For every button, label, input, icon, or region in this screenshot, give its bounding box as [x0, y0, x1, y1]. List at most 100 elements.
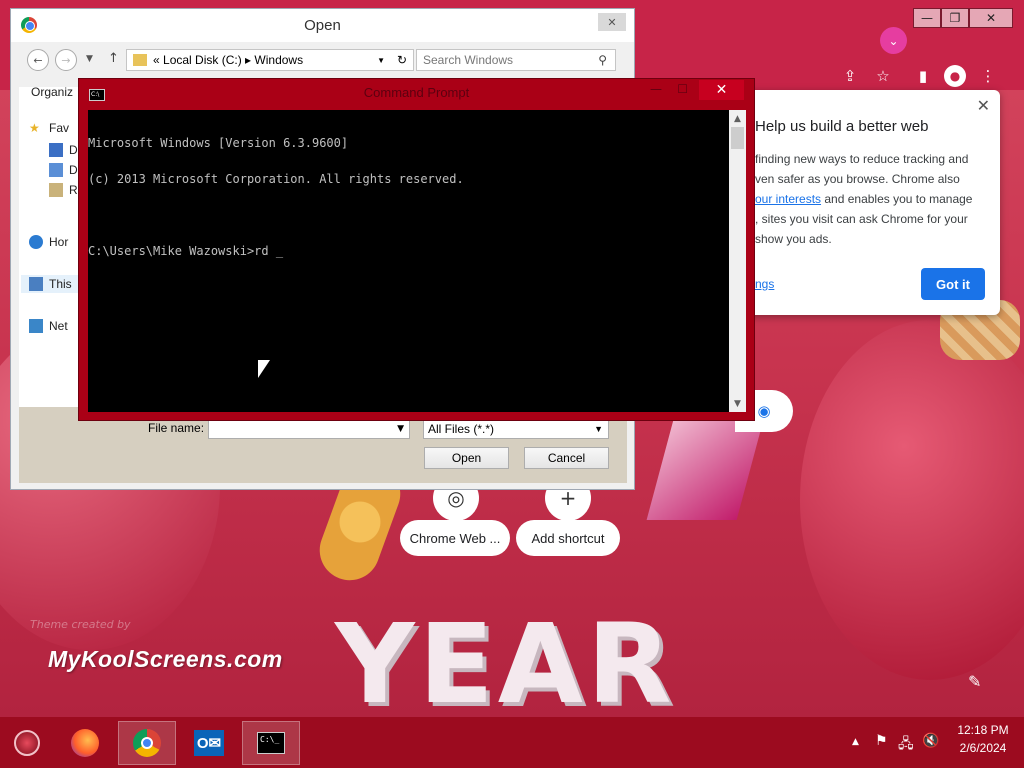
scroll-thumb[interactable]	[731, 127, 744, 149]
address-segment-drive[interactable]: Local Disk (C:)	[163, 53, 242, 67]
file-name-label: File name:	[148, 421, 205, 435]
nav-label: D	[69, 143, 78, 157]
action-center-flag-icon[interactable]: ⚑	[875, 733, 888, 749]
bookmark-star-icon[interactable]: ☆	[871, 64, 895, 88]
taskbar: O✉ C:\_ ▲ ⚑ 🖧 🔇 12:18 PM 2/6/2024	[0, 717, 1024, 768]
chrome-close-button[interactable]: ✕	[969, 8, 1013, 28]
show-hidden-icons[interactable]: ▲	[852, 737, 859, 747]
close-icon[interactable]: ✕	[977, 96, 990, 115]
forward-arrow-icon[interactable]: →	[55, 49, 77, 71]
nav-label: Hor	[49, 235, 69, 249]
address-bar[interactable]: « Local Disk (C:) ▸ Windows ▼ ↻	[126, 49, 414, 71]
console-line: (c) 2013 Microsoft Corporation. All righ…	[88, 172, 464, 186]
taskbar-outlook[interactable]: O✉	[180, 721, 238, 765]
taskbar-clock[interactable]: 12:18 PM 2/6/2024	[948, 721, 1018, 757]
nav-this-pc[interactable]: This	[21, 275, 81, 293]
file-name-field[interactable]: ▼	[208, 419, 410, 439]
cmd-console[interactable]: Microsoft Windows [Version 6.3.9600] (c)…	[88, 110, 729, 412]
interests-link[interactable]: our interests	[755, 192, 821, 206]
organize-menu[interactable]: Organiz	[31, 85, 73, 99]
nav-homegroup[interactable]: Hor	[29, 233, 68, 251]
refresh-icon[interactable]: ↻	[397, 53, 407, 67]
start-orb-icon	[14, 730, 40, 756]
popup-body-line: finding new ways to reduce tracking and	[755, 152, 969, 166]
share-icon[interactable]: ⇪	[838, 64, 862, 88]
nav-label: This	[49, 277, 72, 291]
side-panel-icon[interactable]: ▮	[911, 64, 935, 88]
got-it-button[interactable]: Got it	[921, 268, 985, 300]
cmd-taskbar-icon: C:\_	[257, 732, 285, 754]
decor-letter	[646, 420, 764, 520]
back-arrow-icon[interactable]: ←	[27, 49, 49, 71]
firefox-icon	[71, 729, 99, 757]
file-type-dropdown-icon[interactable]: ▼	[594, 424, 603, 434]
volume-muted-icon[interactable]: 🔇	[922, 733, 939, 749]
address-dropdown-icon[interactable]: ▼	[377, 56, 385, 65]
search-placeholder: Search Windows	[423, 53, 514, 67]
cmd-minimize-button[interactable]: —	[650, 82, 662, 96]
recent-dropdown-icon[interactable]: ▼	[86, 54, 93, 64]
popup-body-line: ven safer as you browse. Chrome also	[755, 172, 960, 186]
chrome-menu-icon[interactable]: ⋮	[976, 64, 1000, 88]
file-type-value: All Files (*.*)	[428, 422, 495, 436]
outlook-icon: O✉	[194, 730, 224, 756]
network-icon	[29, 319, 43, 333]
nav-recent[interactable]: R	[49, 181, 78, 199]
chrome-maximize-button[interactable]: ❐	[941, 8, 969, 28]
folder-icon	[133, 54, 147, 66]
file-name-dropdown-icon[interactable]: ▼	[397, 424, 404, 434]
theme-brand-text: MyKoolScreens.com	[48, 646, 283, 672]
homegroup-icon	[29, 235, 43, 249]
theme-credit[interactable]: Theme created by	[30, 618, 131, 631]
scroll-down-icon[interactable]: ▼	[729, 395, 746, 412]
nav-network[interactable]: Net	[29, 317, 68, 335]
taskbar-chrome[interactable]	[118, 721, 176, 765]
decor-year-text: YEAR	[335, 600, 676, 717]
computer-icon	[29, 277, 43, 291]
recent-places-icon	[49, 183, 63, 197]
cancel-button[interactable]: Cancel	[524, 447, 609, 469]
clock-date: 2/6/2024	[959, 741, 1007, 755]
mouse-cursor-icon	[258, 360, 270, 378]
cmd-maximize-button[interactable]: ☐	[677, 82, 688, 96]
cmd-close-button[interactable]: ✕	[699, 80, 744, 100]
dialog-close-button[interactable]: ✕	[598, 13, 626, 31]
shortcut-add[interactable]: Add shortcut	[516, 520, 620, 556]
customize-pencil-icon[interactable]: ✎	[968, 672, 981, 691]
star-icon: ★	[29, 121, 40, 135]
start-button[interactable]	[2, 721, 52, 765]
tab-search-icon[interactable]: ⌄	[880, 27, 907, 54]
desktop-icon	[49, 143, 63, 157]
scroll-up-icon[interactable]: ▲	[729, 110, 746, 127]
popup-body-line: and enables you to manage	[821, 192, 973, 206]
nav-downloads[interactable]: D	[49, 161, 78, 179]
taskbar-firefox[interactable]	[56, 721, 114, 765]
taskbar-cmd[interactable]: C:\_	[242, 721, 300, 765]
popup-body: finding new ways to reduce tracking and …	[755, 149, 980, 249]
console-line: Microsoft Windows [Version 6.3.9600]	[88, 136, 349, 150]
address-prefix: «	[153, 53, 160, 67]
chrome-minimize-button[interactable]: —	[913, 8, 941, 28]
up-arrow-icon[interactable]: ↑	[108, 51, 119, 66]
profile-avatar[interactable]: ●	[944, 65, 966, 87]
chrome-icon	[133, 729, 161, 757]
clock-time: 12:18 PM	[957, 723, 1009, 737]
nav-desktop[interactable]: D	[49, 141, 78, 159]
open-button[interactable]: Open	[424, 447, 509, 469]
nav-label: Net	[49, 319, 68, 333]
file-type-select[interactable]: All Files (*.*) ▼	[423, 419, 609, 439]
search-input[interactable]: Search Windows ⚲	[416, 49, 616, 71]
cmd-scrollbar[interactable]: ▲ ▼	[729, 110, 746, 412]
shortcut-chrome-web-store[interactable]: Chrome Web ...	[400, 520, 510, 556]
settings-link[interactable]: ngs	[755, 277, 774, 291]
nav-favorites[interactable]: ★ Fav	[29, 119, 69, 137]
popup-body-line: , sites you visit can ask Chrome for you…	[755, 212, 968, 226]
nav-label: R	[69, 183, 78, 197]
popup-body-line: show you ads.	[755, 232, 832, 246]
address-segment-folder[interactable]: Windows	[254, 53, 303, 67]
search-icon: ⚲	[598, 53, 607, 67]
console-line: C:\Users\Mike Wazowski>rd _	[88, 244, 284, 258]
downloads-icon	[49, 163, 63, 177]
network-icon[interactable]: 🖧	[898, 733, 914, 757]
